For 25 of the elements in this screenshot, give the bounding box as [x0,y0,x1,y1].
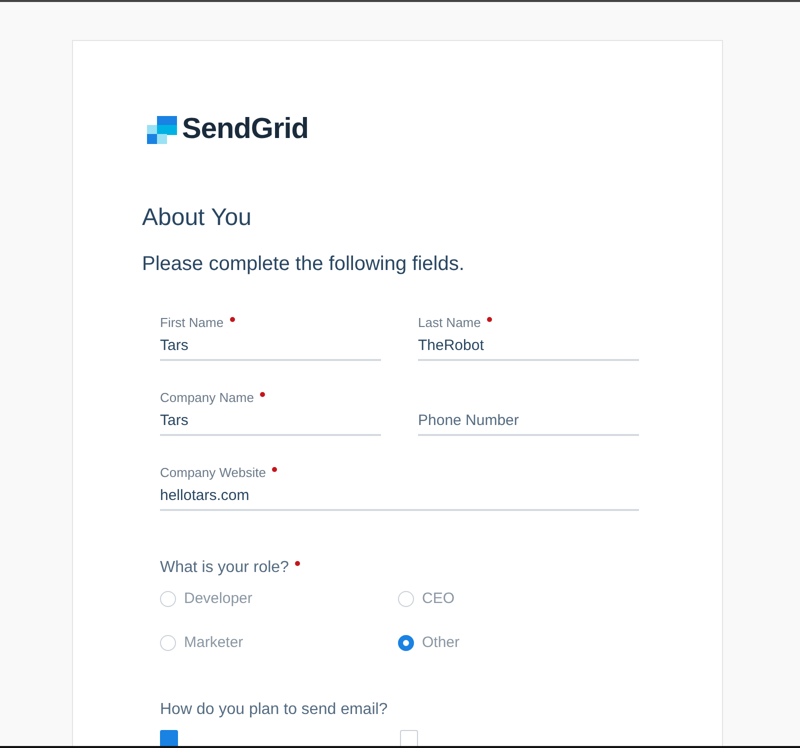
question-label: What is your role? [160,559,289,577]
radio-button[interactable] [398,590,414,606]
intro-text: Please complete the following fields. [142,252,466,277]
radio-label: Marketer [184,634,244,651]
field-label: Company Name [160,390,254,405]
text-field[interactable]: hellotars.com [160,481,639,511]
checkbox[interactable] [160,730,178,746]
text-field[interactable]: TheRobot [418,331,639,361]
text-field[interactable]: Tars [160,331,381,361]
radio-button[interactable] [160,590,176,606]
text-field[interactable]: Phone Number [418,406,639,436]
radio-button[interactable] [398,634,414,650]
field-label: Last Name [418,315,481,330]
checkbox[interactable] [400,730,418,746]
text-field[interactable]: Tars [160,406,381,436]
radio-label: CEO [422,590,455,607]
page-heading: About You [142,203,252,233]
radio-label: Developer [184,590,252,607]
logo-wordmark: SendGrid [182,113,309,146]
field-label: First Name [160,315,224,330]
logo-icon [147,116,177,144]
radio-label: Other [422,634,460,651]
field-label: Company Website [160,465,266,480]
radio-button[interactable] [160,634,176,650]
question-label: How do you plan to send email? [160,701,388,719]
